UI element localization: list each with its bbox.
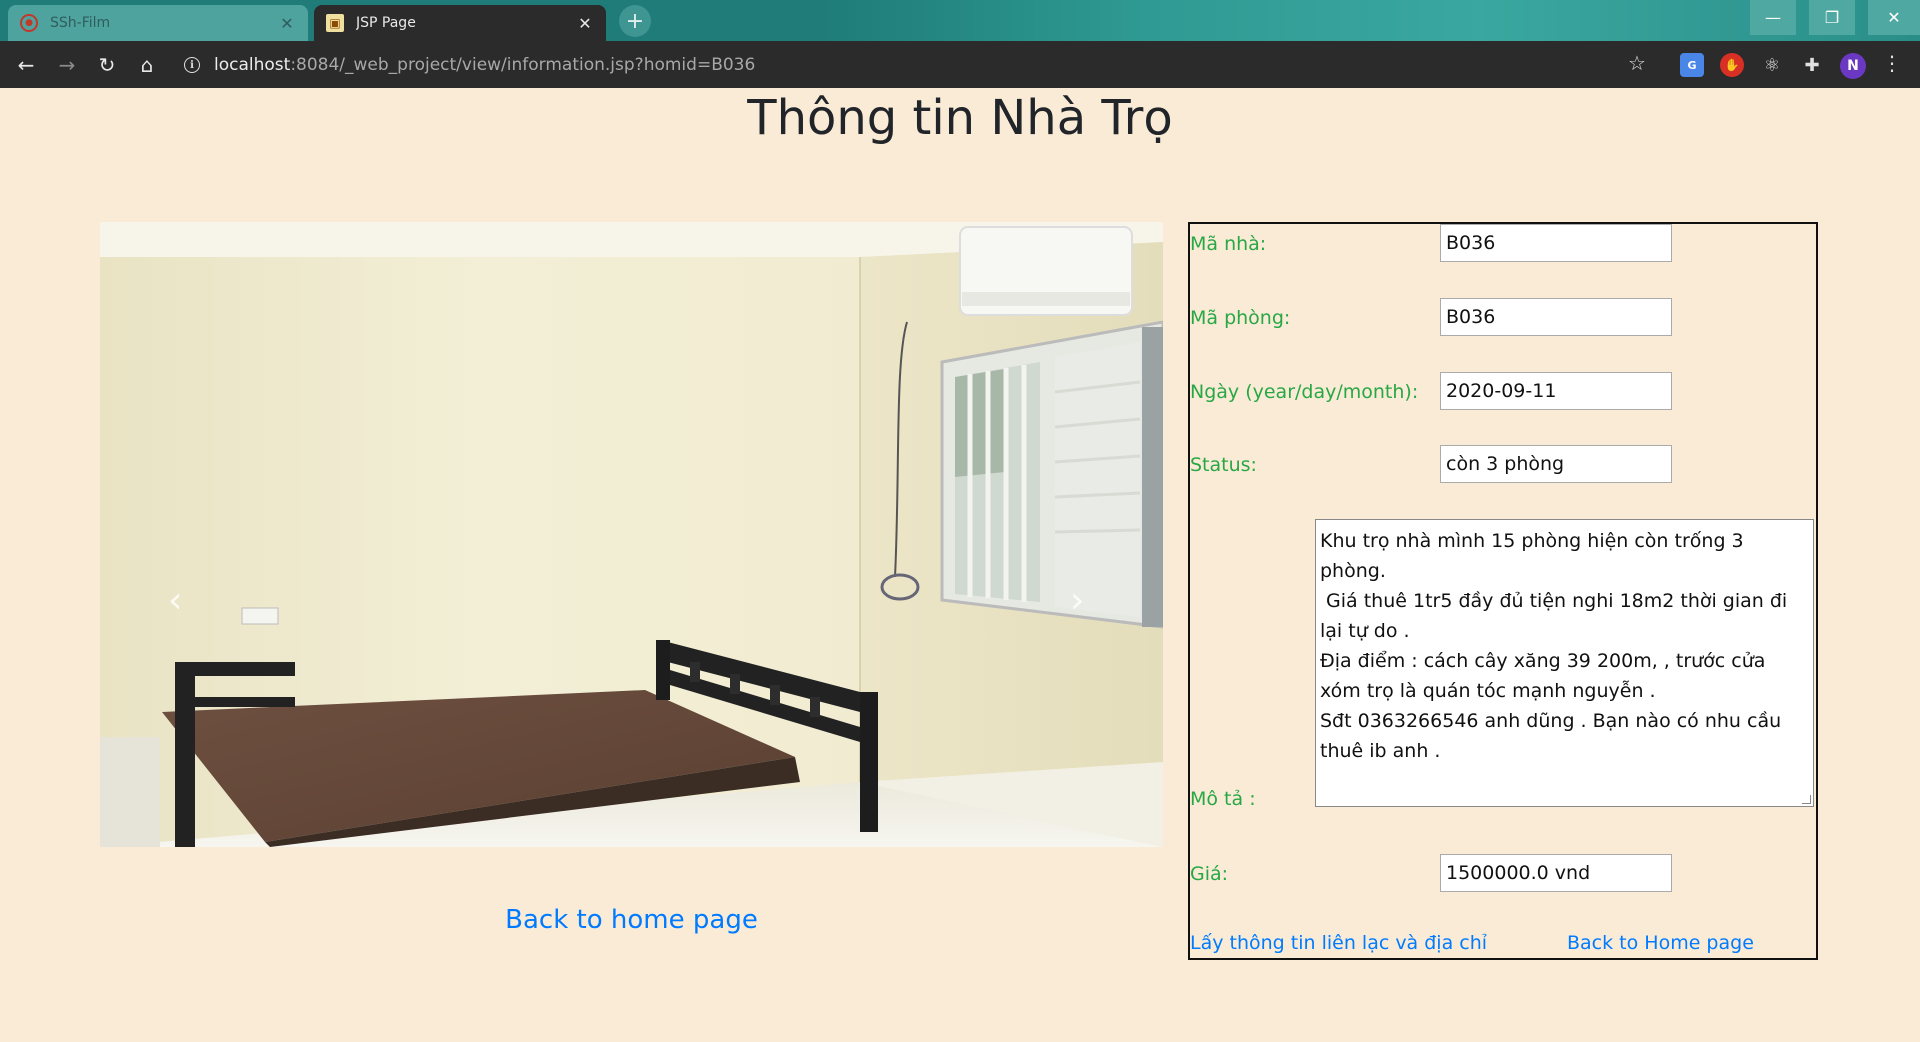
close-icon[interactable]: ✕ [576,14,594,33]
contact-info-link[interactable]: Lấy thông tin liên lạc và địa chỉ [1190,932,1487,954]
minimize-icon[interactable]: — [1750,0,1796,35]
chevron-left-icon[interactable]: ‹ [168,580,182,621]
forward-arrow-icon[interactable]: → [51,49,83,81]
new-tab-plus-icon[interactable]: + [619,5,651,37]
home-icon[interactable]: ⌂ [131,49,163,81]
tab-title: JSP Page [356,15,416,31]
back-to-home-page-link[interactable]: Back to home page [100,905,1163,935]
ma-nha-label: Mã nhà: [1190,233,1267,255]
restore-icon[interactable]: ❐ [1809,0,1855,35]
page-favicon-icon: ▣ [326,14,344,32]
room-image-carousel[interactable]: ‹ › [100,222,1163,847]
browser-toolbar: ← → ↻ ⌂ i localhost:8084/_web_project/vi… [0,41,1920,88]
back-arrow-icon[interactable]: ← [10,49,42,81]
browser-tab-bar: ● SSh-Film ✕ ▣ JSP Page ✕ + — ❐ ✕ [0,0,1920,41]
window-close-icon[interactable]: ✕ [1868,0,1920,35]
page-title: Thông tin Nhà Trọ [747,90,1173,146]
room-photo [100,222,1163,847]
star-icon[interactable]: ☆ [1628,51,1646,75]
translate-extension-icon[interactable]: G [1680,53,1704,77]
puzzle-icon[interactable]: ✚ [1800,53,1824,77]
tab-title: SSh-Film [50,15,111,31]
film-favicon-icon: ● [20,14,38,32]
gia-field[interactable]: 1500000.0 vnd [1440,854,1672,892]
adblock-extension-icon[interactable]: ✋ [1720,53,1744,77]
status-label: Status: [1190,454,1257,476]
info-icon[interactable]: i [184,57,200,73]
gia-label: Giá: [1190,863,1229,885]
ma-phong-label: Mã phòng: [1190,307,1291,329]
ngay-field[interactable]: 2020-09-11 [1440,372,1672,410]
url-text[interactable]: localhost:8084/_web_project/view/informa… [214,55,755,75]
close-icon[interactable]: ✕ [278,14,296,33]
tab-jsp-page[interactable]: ▣ JSP Page ✕ [314,5,606,41]
status-field[interactable]: còn 3 phòng [1440,445,1672,483]
tab-ssh-film[interactable]: ● SSh-Film ✕ [8,5,308,41]
url-host: localhost [214,55,291,75]
ma-nha-field[interactable]: B036 [1440,224,1672,262]
profile-avatar[interactable]: N [1840,53,1866,79]
address-bar[interactable]: i localhost:8084/_web_project/view/infor… [172,47,1672,83]
mo-ta-label: Mô tả : [1190,788,1256,810]
chevron-right-icon[interactable]: › [1070,580,1084,621]
url-path: :8084/_web_project/view/information.jsp?… [290,55,756,75]
back-to-home-link[interactable]: Back to Home page [1567,932,1754,954]
ma-phong-field[interactable]: B036 [1440,298,1672,336]
mo-ta-textarea[interactable]: Khu trọ nhà mình 15 phòng hiện còn trống… [1315,519,1814,807]
reload-icon[interactable]: ↻ [91,49,123,81]
ngay-label: Ngày (year/day/month): [1190,381,1419,403]
react-extension-icon[interactable]: ⚛ [1760,53,1784,77]
menu-dots-icon[interactable]: ⋮ [1882,51,1902,75]
